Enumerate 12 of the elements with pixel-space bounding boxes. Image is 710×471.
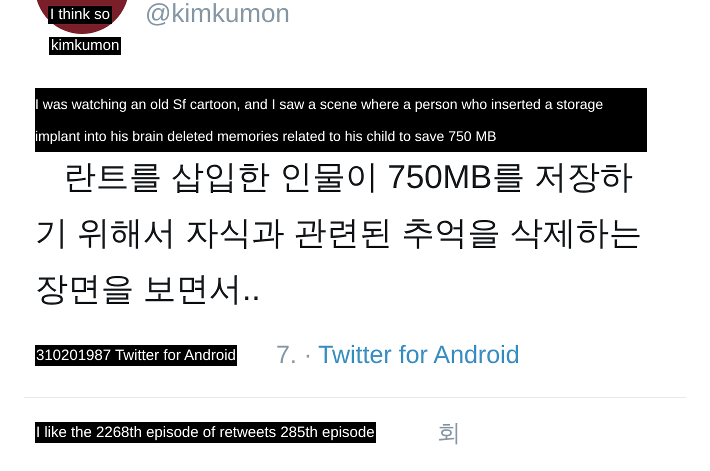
caption-overlay: I think so	[48, 6, 112, 24]
tweet-text-line: 장면을 보면서..	[35, 269, 261, 309]
tweet-text-line: 기 위해서 자식과 관련된 추억을 삭제하는	[35, 213, 642, 253]
date-text: 7. ·	[276, 340, 312, 371]
user-handle: @kimkumon	[145, 0, 290, 28]
caption-overlay: I was watching an old Sf cartoon, and I saw a scene where a person who inserted a storage implant into his brain deleted memories related to his child to save 750 MB	[35, 88, 647, 152]
stats-text: 회	[437, 419, 461, 449]
source-link[interactable]: Twitter for Android	[318, 338, 520, 372]
caption-overlay: I like the 2268th episode of retweets 285th episode	[35, 422, 376, 443]
tweet-text-line: 란트를 삽입한 인물이 750MB를 저장하	[63, 157, 634, 197]
caption-overlay: 310201987 Twitter for Android	[35, 345, 237, 366]
caption-overlay: kimkumon	[49, 37, 122, 55]
